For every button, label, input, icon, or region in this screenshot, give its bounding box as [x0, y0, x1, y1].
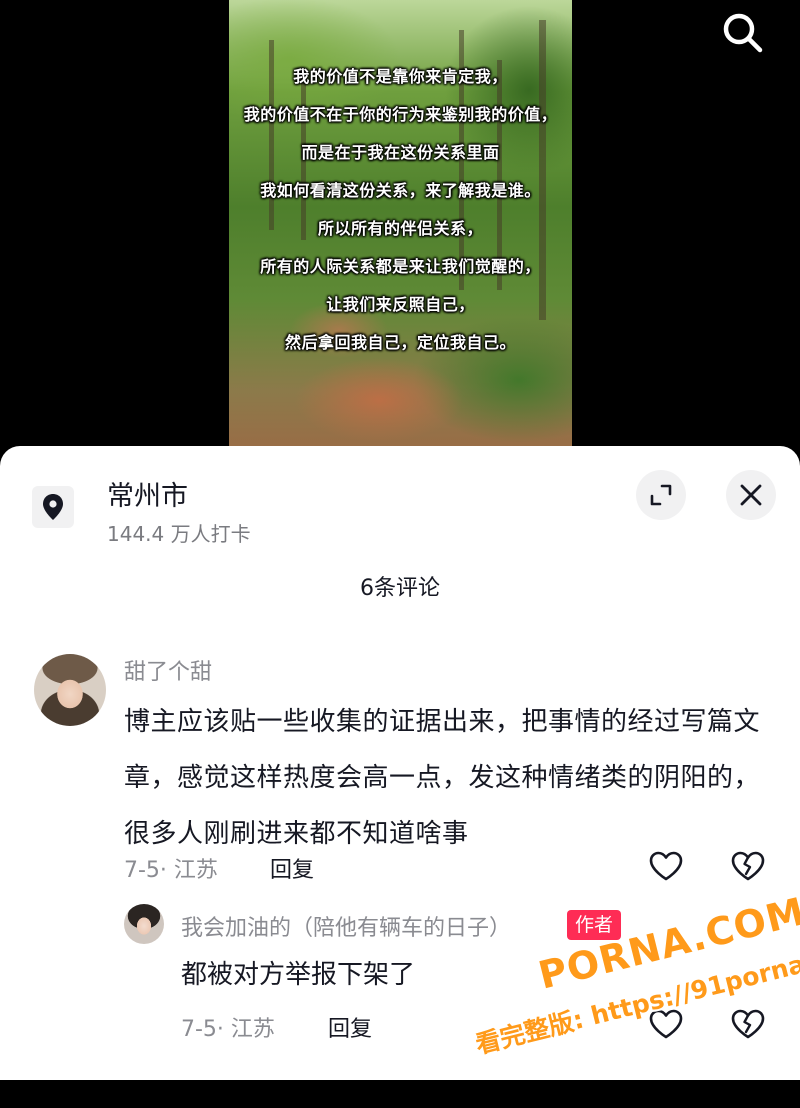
broken-heart-icon [731, 851, 765, 881]
location-pin-icon [43, 494, 63, 520]
caption-line: 我的价值不是靠你来肯定我， [293, 67, 508, 86]
avatar[interactable] [34, 654, 106, 726]
location-checkins: 144.4 万人打卡 [107, 522, 251, 546]
heart-outline-icon [649, 1009, 683, 1039]
caption-line: 而是在于我在这份关系里面 [301, 143, 500, 162]
avatar[interactable] [124, 904, 164, 944]
video-caption: 我的价值不是靠你来肯定我， 我的价值不在于你的行为来鉴别我的价值， 而是在于我在… [229, 58, 572, 362]
close-icon [740, 484, 762, 506]
heart-outline-icon [649, 851, 683, 881]
comment-meta: 7-5· 江苏 [124, 858, 218, 883]
caption-line: 所以所有的伴侣关系， [317, 219, 483, 238]
author-badge: 作者 [567, 910, 622, 940]
location-pin-button[interactable] [32, 486, 74, 528]
reply-text: 都被对方举报下架了 [181, 960, 416, 990]
reply-button[interactable]: 回复 [328, 1011, 372, 1043]
comment-count-title: 6条评论 [360, 576, 440, 601]
dislike-button[interactable] [728, 846, 768, 886]
comment-username[interactable]: 甜了个甜 [124, 654, 212, 686]
expand-button[interactable] [636, 470, 686, 520]
close-button[interactable] [726, 470, 776, 520]
like-button[interactable] [646, 1004, 686, 1044]
caption-line: 我如何看清这份关系，来了解我是谁。 [260, 181, 541, 200]
comment-sheet: 常州市 144.4 万人打卡 6条评论 甜了个甜 博主应该贴一些收集的证据出来，… [0, 446, 800, 1080]
caption-line: 所有的人际关系都是来让我们觉醒的， [260, 257, 541, 276]
comment-text: 博主应该贴一些收集的证据出来，把事情的经过写篇文章，感觉这样热度会高一点，发这种… [124, 707, 761, 849]
broken-heart-icon [731, 1009, 765, 1039]
dislike-button[interactable] [728, 1004, 768, 1044]
reply-meta: 7-5· 江苏 [181, 1017, 275, 1042]
expand-icon [650, 484, 672, 506]
video-player[interactable]: 我的价值不是靠你来肯定我， 我的价值不在于你的行为来鉴别我的价值， 而是在于我在… [0, 0, 800, 460]
like-button[interactable] [646, 846, 686, 886]
caption-line: 我的价值不在于你的行为来鉴别我的价值， [243, 105, 558, 124]
location-name[interactable]: 常州市 [107, 474, 188, 513]
search-button[interactable] [716, 8, 770, 58]
reply-button[interactable]: 回复 [270, 852, 314, 884]
caption-line: 然后拿回我自己，定位我自己。 [284, 333, 516, 352]
reply-username[interactable]: 我会加油的（陪他有辆车的日子） [181, 910, 511, 942]
caption-line: 让我们来反照自己， [326, 295, 475, 314]
search-icon [723, 13, 763, 53]
